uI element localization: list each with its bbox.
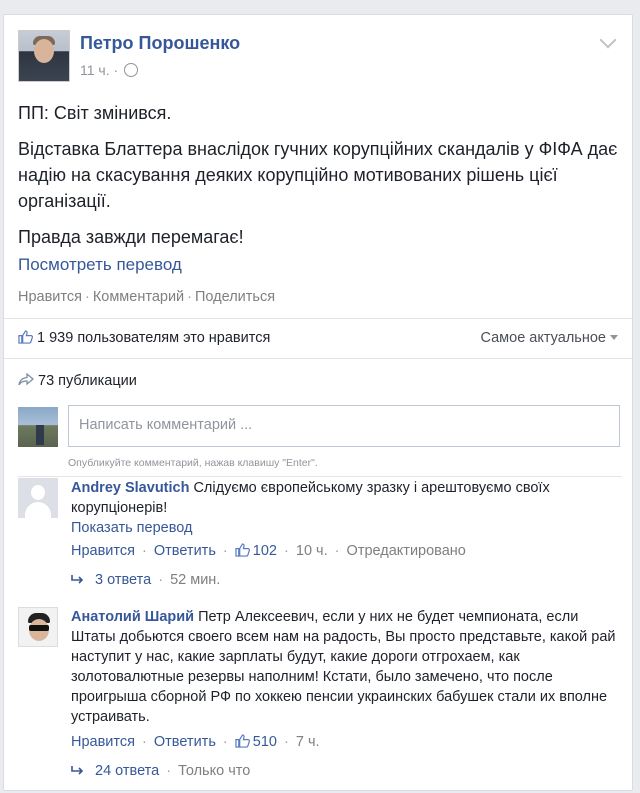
like-button[interactable]: Нравится [18,289,82,305]
avatar-head [31,485,45,500]
avatar-figure [36,425,44,445]
share-button[interactable]: Поделиться [195,289,275,305]
comment-content: Andrey Slavutich Слідуємо європейському з… [71,478,619,518]
thumbs-up-icon [235,734,250,748]
comment-body: Andrey Slavutich Слідуємо європейському з… [71,478,619,590]
avatar-face [34,39,54,63]
comment-timestamp[interactable]: 7 ч. [296,734,320,750]
shares-count-link[interactable]: 73 публикации [38,373,137,389]
post-paragraph: ПП: Світ змінився. [18,103,172,123]
action-separator: · [84,289,90,305]
comment-content: Анатолий Шарий Петр Алексеевич, если у ни… [71,607,619,727]
comment-like-button[interactable]: Нравится [71,543,135,559]
action-separator: · [166,763,172,779]
divider [4,318,632,319]
comment-timestamp[interactable]: 10 ч. [296,543,328,559]
divider [18,476,622,477]
comment-hint: Опубликуйте комментарий, нажав клавишу "… [68,457,318,469]
likes-count-link[interactable]: 1 939 пользователям это нравится [37,330,270,346]
comment-like-count[interactable]: 102 [253,543,277,559]
post-actions: Нравится · Комментарий · Поделиться [18,289,275,305]
post-paragraph: Правда завжди перемагає! [18,227,244,247]
post-card: Петро Порошенко 11 ч. · ПП: Світ змінивс… [3,14,633,791]
action-separator: · [284,734,289,750]
chevron-down-icon[interactable] [599,31,617,49]
view-replies-link[interactable]: 3 ответа [95,572,151,588]
current-user-avatar [18,407,58,447]
action-separator: · [284,543,289,559]
post-paragraph: Відставка Блаттера внаслідок гучних кору… [18,139,618,211]
post-timestamp[interactable]: 11 ч. [80,62,110,78]
edited-label[interactable]: Отредактировано [347,543,466,559]
comment-like-button[interactable]: Нравится [71,734,135,750]
action-separator: · [142,734,147,750]
meta-separator: · [113,62,119,78]
post-meta: 11 ч. · [80,62,139,78]
sort-comments-dropdown[interactable]: Самое актуальное [480,330,618,346]
comment-reply-button[interactable]: Ответить [154,734,216,750]
view-replies-link[interactable]: 24 ответа [95,763,159,779]
comment-body: Анатолий Шарий Петр Алексеевич, если у ни… [71,607,619,781]
globe-icon [124,63,139,77]
comment-actions: Нравится · Ответить · 510 · 7 ч. [71,732,619,752]
see-translation-link[interactable]: Посмотреть перевод [18,255,182,275]
action-separator: · [187,289,192,305]
comment-like-count[interactable]: 510 [253,734,277,750]
replies-row: 24 ответа · Только что [71,761,619,781]
replies-row: 3 ответа · 52 мин. [71,570,619,590]
post-body: ПП: Світ змінився. Відставка Блаттера вн… [18,100,618,260]
likes-summary: 1 939 пользователям это нравится Самое а… [18,330,618,346]
commenter-avatar[interactable] [18,478,58,518]
comment-composer: Написать комментарий ... Опубликуйте ком… [18,405,622,477]
author-avatar[interactable] [18,30,70,82]
author-name-link[interactable]: Петро Порошенко [80,33,240,54]
comment-input[interactable]: Написать комментарий ... [68,405,620,447]
action-separator: · [222,734,228,750]
comment-text: Петр Алексеевич, если у них не будет чем… [71,609,616,725]
post-header: Петро Порошенко 11 ч. · [18,30,618,90]
action-separator: · [334,543,340,559]
commenter-name-link[interactable]: Andrey Slavutich [71,480,189,496]
sort-label: Самое актуальное [480,330,606,346]
caret-down-icon [610,335,618,340]
comment-reply-button[interactable]: Ответить [154,543,216,559]
reply-arrow-icon [71,575,84,584]
share-arrow-icon [18,373,34,386]
avatar-sunglasses [29,625,49,631]
comment-button[interactable]: Комментарий [93,289,184,305]
shares-summary: 73 публикации [18,373,137,389]
commenter-avatar[interactable] [18,607,58,647]
divider [4,358,632,359]
replies-timestamp: Только что [178,763,251,779]
commenter-name-link[interactable]: Анатолий Шарий [71,609,194,625]
show-translation-link[interactable]: Показать перевод [71,518,619,538]
replies-timestamp: 52 мин. [170,572,221,588]
action-separator: · [142,543,147,559]
thumbs-up-icon [18,330,33,344]
reply-arrow-icon [71,766,84,775]
action-separator: · [158,572,164,588]
comment-actions: Нравится · Ответить · 102 · 10 ч. · Отре… [71,541,619,561]
page-top-strip [0,0,640,14]
thumbs-up-icon [235,543,250,557]
action-separator: · [222,543,228,559]
avatar-body [25,502,51,518]
